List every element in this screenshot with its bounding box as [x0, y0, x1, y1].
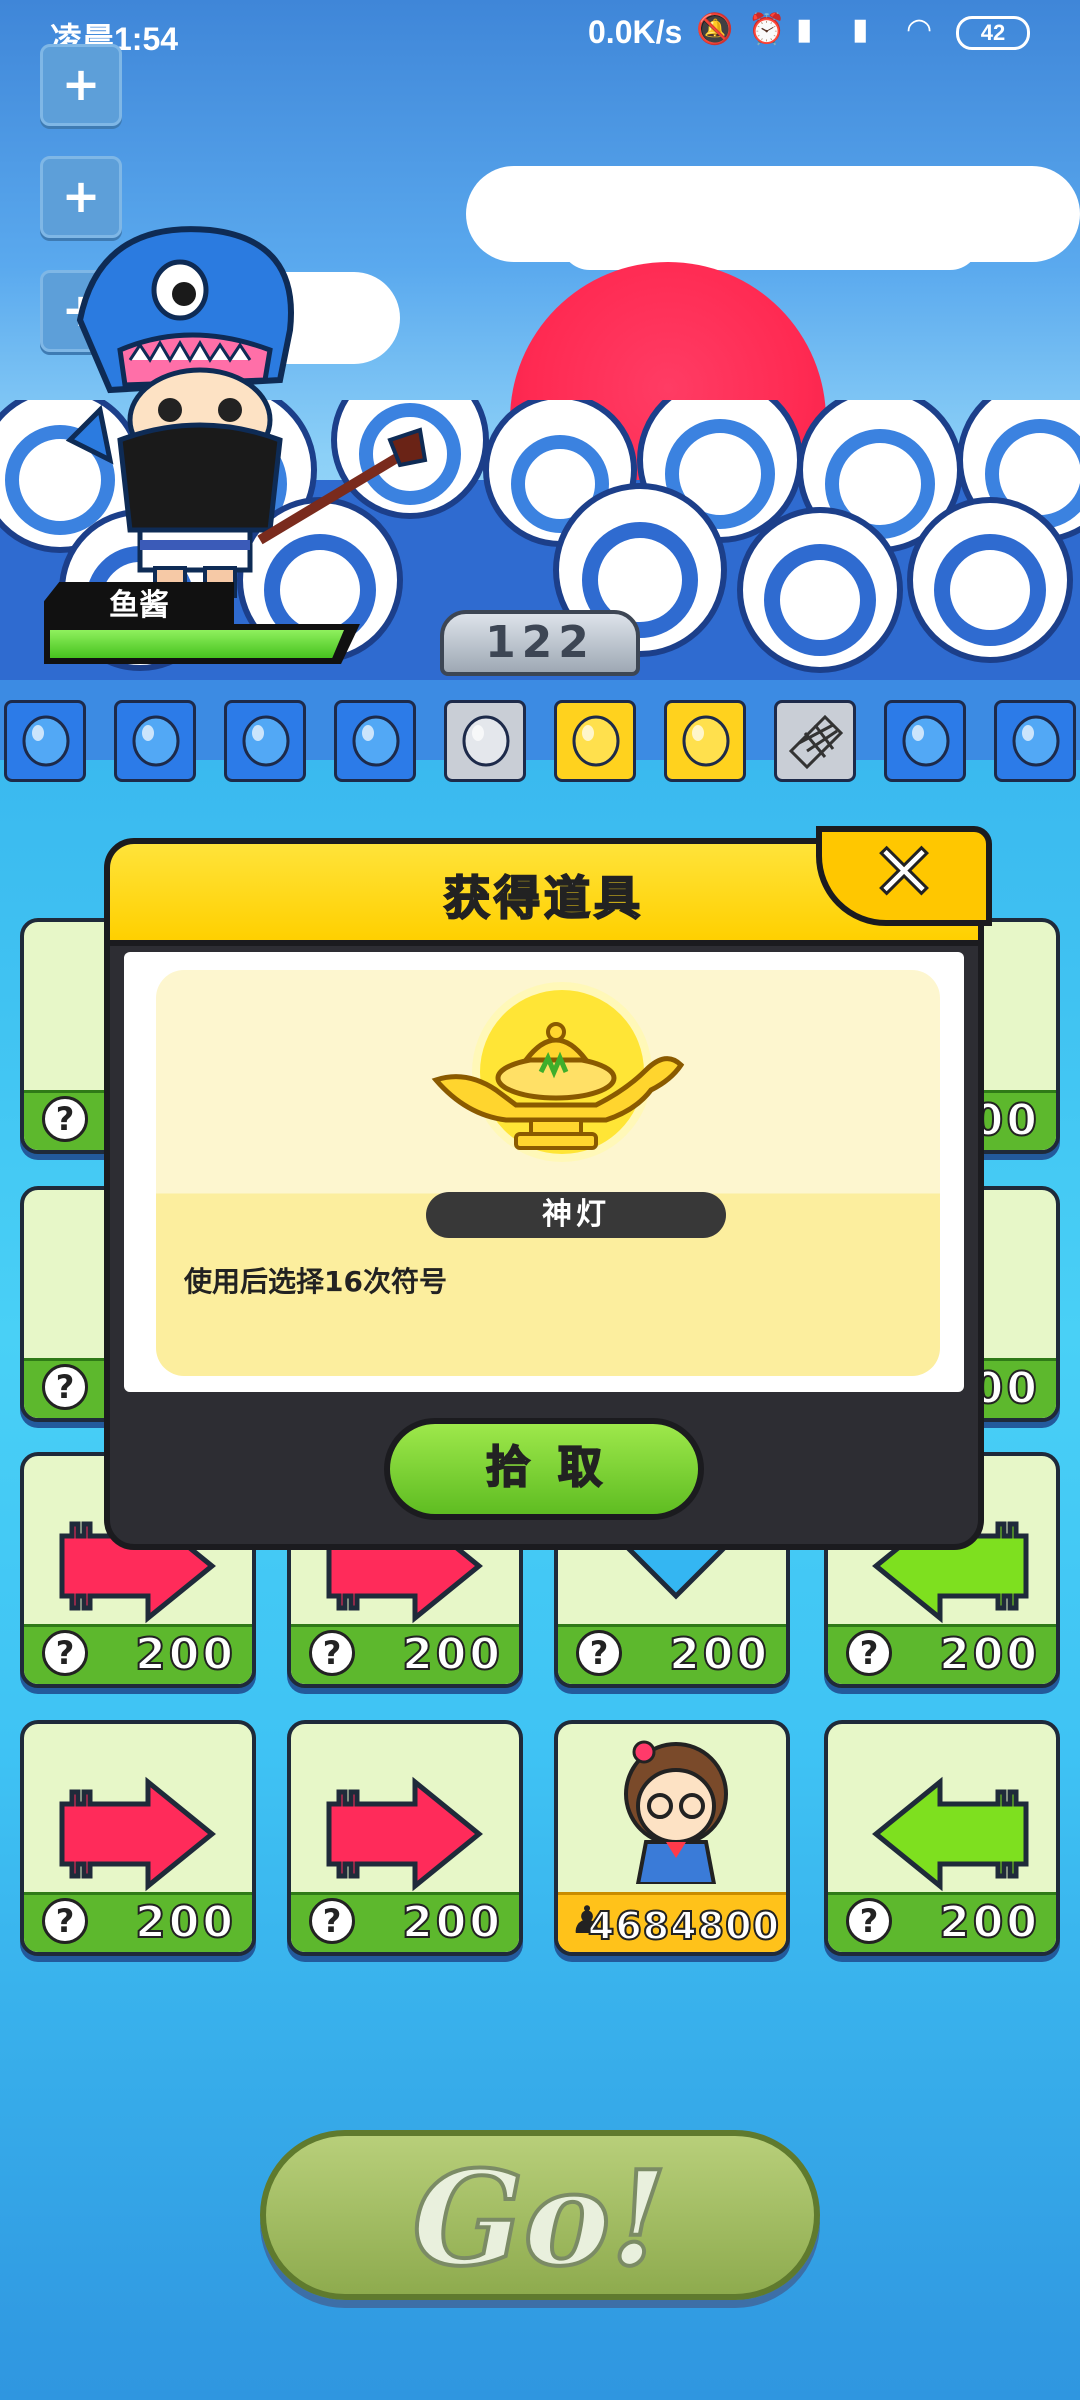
card[interactable]: ? 200 — [824, 1720, 1060, 1956]
card-price: 200 — [938, 1896, 1040, 1949]
item-slot — [114, 700, 196, 782]
balloon-icon — [902, 715, 950, 767]
right-arrow-icon — [326, 1776, 483, 1892]
right-arrow-icon — [59, 1776, 216, 1892]
signal-icon: ▮ — [852, 13, 869, 46]
player-name: 鱼酱 — [44, 582, 234, 630]
item-slot — [334, 700, 416, 782]
mute-icon: 🔕 — [696, 13, 734, 46]
net-icon — [788, 714, 844, 770]
go-button[interactable]: Go! — [260, 2130, 820, 2300]
item-slot — [884, 700, 966, 782]
card-price: 200 — [401, 1628, 503, 1681]
network-speed: 0.0K/s — [588, 14, 683, 50]
wifi-icon: ◠ — [906, 13, 933, 46]
battery-icon: 42 — [956, 16, 1030, 50]
health-bar — [44, 624, 360, 664]
question-icon: ? — [846, 1898, 892, 1944]
item-slot — [444, 700, 526, 782]
plus-icon: + — [61, 57, 101, 111]
dialog-body: 神灯 使用后选择16次符号 — [124, 952, 964, 1392]
card-price: 200 — [134, 1896, 236, 1949]
question-icon: ? — [42, 1364, 88, 1410]
item-slot — [774, 700, 856, 782]
question-icon: ? — [309, 1898, 355, 1944]
alarm-icon: ⏰ — [748, 13, 786, 46]
health-bar-fill — [50, 630, 344, 658]
status-bar: 凌晨1:54 0.0K/s 🔕 ⏰ ▮ ▮ ◠ 42 — [0, 0, 1080, 66]
item-description: 使用后选择16次符号 — [184, 1265, 447, 1298]
left-arrow-icon — [872, 1776, 1029, 1892]
card-price: 200 — [401, 1896, 503, 1949]
item-obtained-dialog: 获得道具 神灯 使用后选择16次符号 拾取 — [104, 838, 984, 1550]
step-counter: 122 — [440, 610, 640, 676]
question-icon: ? — [42, 1898, 88, 1944]
avatar-icon — [624, 1740, 728, 1884]
card[interactable]: ? 200 — [287, 1720, 523, 1956]
item-slot — [554, 700, 636, 782]
close-button[interactable]: ✕ — [816, 826, 992, 926]
card[interactable]: ? 200 — [20, 1720, 256, 1956]
plus-button-1[interactable]: + — [40, 44, 122, 126]
card-avatar[interactable]: ♟ 4684800 — [554, 1720, 790, 1956]
question-icon: ? — [309, 1630, 355, 1676]
balloon-icon — [572, 715, 620, 767]
item-slot — [224, 700, 306, 782]
balloon-icon — [462, 715, 510, 767]
balloon-icon — [22, 715, 70, 767]
item-panel: 神灯 使用后选择16次符号 — [156, 970, 940, 1376]
balloon-icon — [242, 715, 290, 767]
card-price: 4684800 — [587, 1903, 780, 1949]
question-icon: ? — [576, 1630, 622, 1676]
shark-costume-character — [65, 226, 428, 598]
card-price: 200 — [668, 1628, 770, 1681]
item-name-label: 神灯 — [426, 1192, 726, 1238]
go-button-label: Go! — [411, 2140, 670, 2297]
balloon-icon — [132, 715, 180, 767]
card-price: 200 — [938, 1628, 1040, 1681]
item-row — [0, 700, 1080, 784]
cloud — [560, 210, 980, 270]
item-slot — [664, 700, 746, 782]
question-icon: ? — [42, 1630, 88, 1676]
question-icon: ? — [42, 1096, 88, 1142]
pick-up-button[interactable]: 拾取 — [384, 1418, 704, 1520]
hd-signal-icon: ▮ — [796, 13, 813, 46]
magic-lamp-icon — [431, 1022, 685, 1150]
card-price: 200 — [134, 1628, 236, 1681]
item-slot — [4, 700, 86, 782]
balloon-icon — [1012, 715, 1060, 767]
question-icon: ? — [846, 1630, 892, 1676]
balloon-icon — [682, 715, 730, 767]
item-slot — [994, 700, 1076, 782]
balloon-icon — [352, 715, 400, 767]
